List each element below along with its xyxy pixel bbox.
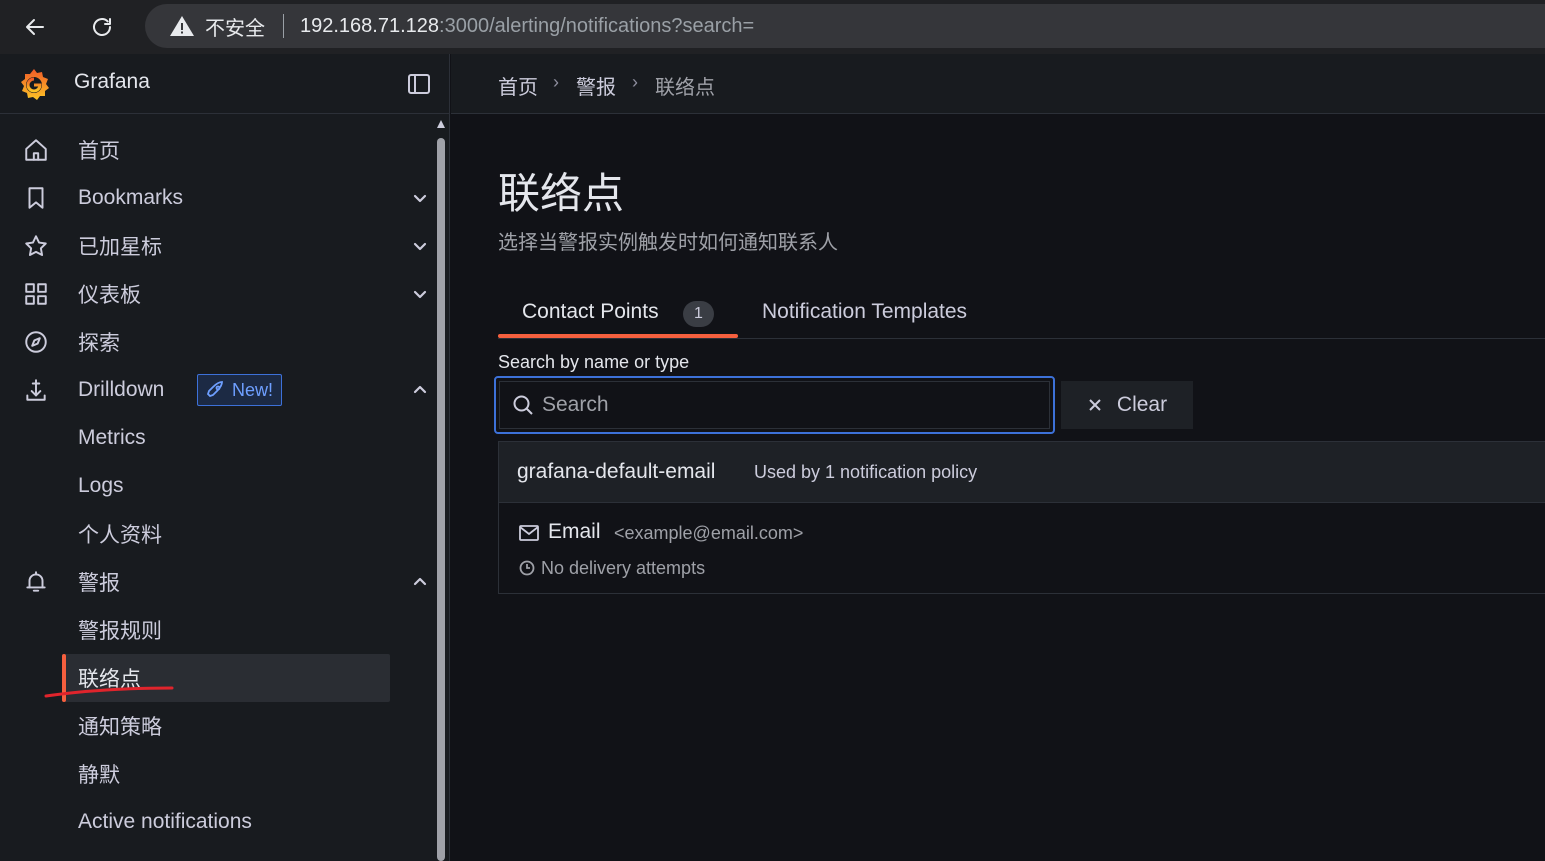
arrow-left-icon: [26, 19, 44, 35]
chevron-right-icon: ›: [632, 72, 638, 92]
reload-button[interactable]: [83, 8, 121, 46]
sidebar-item-label: Logs: [78, 474, 124, 497]
breadcrumb-current: 联络点: [655, 77, 715, 99]
sidebar-item-label: 静默: [78, 764, 120, 787]
browser-toolbar: 不安全 192.168.71.128:3000/alerting/notific…: [0, 0, 1545, 54]
sidebar-item-drilldown[interactable]: Drilldown New!: [0, 368, 436, 412]
dock-icon: [408, 74, 430, 94]
sidebar-item-dashboards[interactable]: 仪表板: [0, 272, 436, 316]
envelope-icon: [518, 523, 540, 543]
sidebar-item-home[interactable]: 首页: [0, 128, 436, 172]
contact-point-name: grafana-default-email: [517, 460, 716, 483]
bell-icon: [22, 568, 50, 596]
tab-count-badge: 1: [683, 301, 714, 327]
search-input-wrapper: [499, 381, 1050, 429]
brand-name: Grafana: [74, 70, 150, 93]
scroll-up-arrow-icon[interactable]: [437, 120, 445, 128]
sidebar-item-explore[interactable]: 探索: [0, 320, 436, 364]
contact-point-usage[interactable]: Used by 1 notification policy: [754, 462, 977, 483]
back-button[interactable]: [16, 8, 54, 46]
tabs-divider: [498, 338, 1545, 339]
breadcrumb-alerting[interactable]: 警报: [576, 71, 616, 100]
sidebar-item-label: 个人资料: [78, 524, 162, 547]
search-field: [494, 376, 1055, 434]
tab-notification-templates[interactable]: Notification Templates: [762, 300, 967, 324]
new-badge: New!: [197, 374, 283, 406]
drilldown-icon: [22, 376, 50, 404]
sidebar: Grafana 首页 Bookmarks 已加星标 仪表板 探索 Drilldo…: [0, 54, 450, 861]
reload-icon: [93, 18, 111, 36]
close-icon: [1089, 399, 1101, 411]
sidebar-item-label: Metrics: [78, 426, 146, 449]
sidebar-item-label: 已加星标: [78, 236, 162, 259]
chevron-down-icon[interactable]: [410, 284, 430, 304]
delivery-status: No delivery attempts: [541, 558, 706, 578]
sidebar-item-logs[interactable]: Logs: [0, 464, 436, 508]
sidebar-item-label: 首页: [78, 140, 120, 163]
scrollbar-thumb[interactable]: [437, 138, 445, 861]
address-bar[interactable]: 不安全 192.168.71.128:3000/alerting/notific…: [145, 4, 1545, 48]
sidebar-item-profile[interactable]: 个人资料: [0, 512, 436, 556]
clear-button[interactable]: Clear: [1061, 381, 1193, 429]
compass-icon: [22, 328, 50, 356]
contact-point-header: grafana-default-email Used by 1 notifica…: [499, 442, 1545, 503]
red-underline-annotation: [44, 686, 174, 698]
tab-contact-points[interactable]: Contact Points: [522, 300, 659, 324]
sidebar-item-label: Bookmarks: [78, 186, 184, 209]
sidebar-item-bookmarks[interactable]: Bookmarks: [0, 176, 436, 220]
rocket-icon: [206, 381, 223, 398]
breadcrumb-home[interactable]: 首页: [498, 71, 538, 100]
sidebar-item-label: 探索: [78, 332, 120, 355]
sidebar-header: Grafana: [0, 54, 450, 114]
chevron-up-icon[interactable]: [410, 380, 430, 400]
url-path: :3000/alerting/notifications?search=: [439, 14, 755, 37]
sidebar-item-label: 仪表板: [78, 284, 141, 307]
sidebar-item-alerting[interactable]: 警报: [0, 560, 436, 604]
integration-address: <example@email.com>: [614, 523, 804, 543]
chevron-up-icon[interactable]: [410, 572, 430, 592]
star-icon: [22, 232, 50, 260]
integration-type: Email: [548, 520, 601, 543]
search-label: Search by name or type: [498, 352, 690, 372]
sidebar-item-label: Active notifications: [78, 810, 252, 833]
page-title: 联络点: [498, 170, 625, 217]
bookmark-icon: [22, 184, 50, 212]
warning-icon: [170, 16, 194, 36]
search-input[interactable]: [542, 393, 1022, 417]
chevron-down-icon[interactable]: [410, 236, 430, 256]
chevron-right-icon: ›: [553, 72, 559, 92]
chevron-down-icon[interactable]: [410, 188, 430, 208]
sidebar-item-notification-policies[interactable]: 通知策略: [0, 704, 436, 748]
sidebar-item-metrics[interactable]: Metrics: [0, 416, 436, 460]
page-subtitle: 选择当警报实例触发时如何通知联系人: [498, 232, 838, 254]
sidebar-item-label: Drilldown: [78, 378, 165, 401]
sidebar-item-alert-rules[interactable]: 警报规则: [0, 608, 436, 652]
grafana-logo-icon[interactable]: [16, 66, 52, 102]
active-tab-underline: [498, 334, 738, 338]
clock-icon: [519, 560, 535, 576]
sidebar-item-active-notifications[interactable]: Active notifications: [0, 800, 436, 844]
new-badge-label: New!: [232, 379, 274, 400]
sidebar-item-label: 警报: [78, 572, 120, 595]
sidebar-item-label: 警报规则: [78, 620, 162, 643]
clear-button-label: Clear: [1116, 393, 1168, 416]
sidebar-item-starred[interactable]: 已加星标: [0, 224, 436, 268]
breadcrumb: 首页 › 警报 › 联络点: [451, 54, 1545, 114]
url-separator: [283, 14, 284, 38]
insecure-label: 不安全: [205, 17, 265, 40]
search-icon: [513, 395, 533, 415]
sidebar-item-label: 通知策略: [78, 716, 162, 739]
dock-menu-button[interactable]: [406, 71, 432, 97]
home-icon: [22, 136, 50, 164]
url-host: 192.168.71.128: [300, 14, 440, 37]
contact-point-card: grafana-default-email Used by 1 notifica…: [498, 441, 1545, 594]
sidebar-item-silences[interactable]: 静默: [0, 752, 436, 796]
apps-icon: [22, 280, 50, 308]
